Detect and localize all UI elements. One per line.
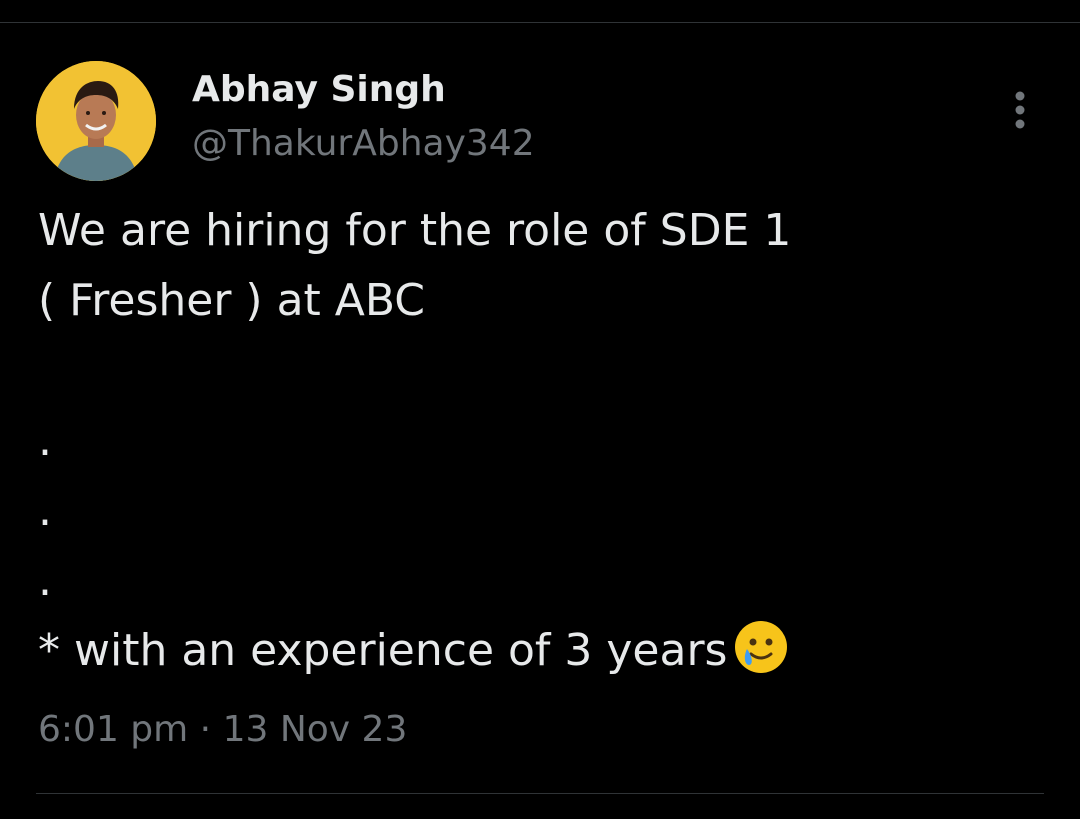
vertical-ellipsis-icon <box>1015 91 1025 129</box>
tweet-line-text: * with an experience of 3 years <box>38 625 728 676</box>
tweet-text: We are hiring for the role of SDE 1 ( Fr… <box>38 196 1038 686</box>
timestamp-separator: · <box>199 709 212 750</box>
tweet-line: . <box>38 555 52 606</box>
avatar[interactable] <box>36 61 156 181</box>
bottom-divider <box>36 793 1044 794</box>
profile-photo-icon <box>36 61 156 181</box>
tweet-time[interactable]: 6:01 pm <box>38 709 188 750</box>
tweet-line: . <box>38 415 52 466</box>
top-divider <box>0 22 1080 23</box>
more-options-button[interactable] <box>1000 86 1040 134</box>
tweet-line-last: * with an experience of 3 years <box>38 616 1038 686</box>
author-handle[interactable]: @ThakurAbhay342 <box>192 120 535 168</box>
tweet-line: ( Fresher ) at ABC <box>38 275 425 326</box>
tweet-line: We are hiring for the role of SDE 1 <box>38 205 792 256</box>
tweet-date[interactable]: 13 Nov 23 <box>223 709 408 750</box>
author-name[interactable]: Abhay Singh <box>192 66 446 114</box>
smiling-face-with-tear-emoji-icon <box>733 619 789 675</box>
tweet-line: . <box>38 485 52 536</box>
tweet-timestamp[interactable]: 6:01 pm · 13 Nov 23 <box>38 700 407 760</box>
